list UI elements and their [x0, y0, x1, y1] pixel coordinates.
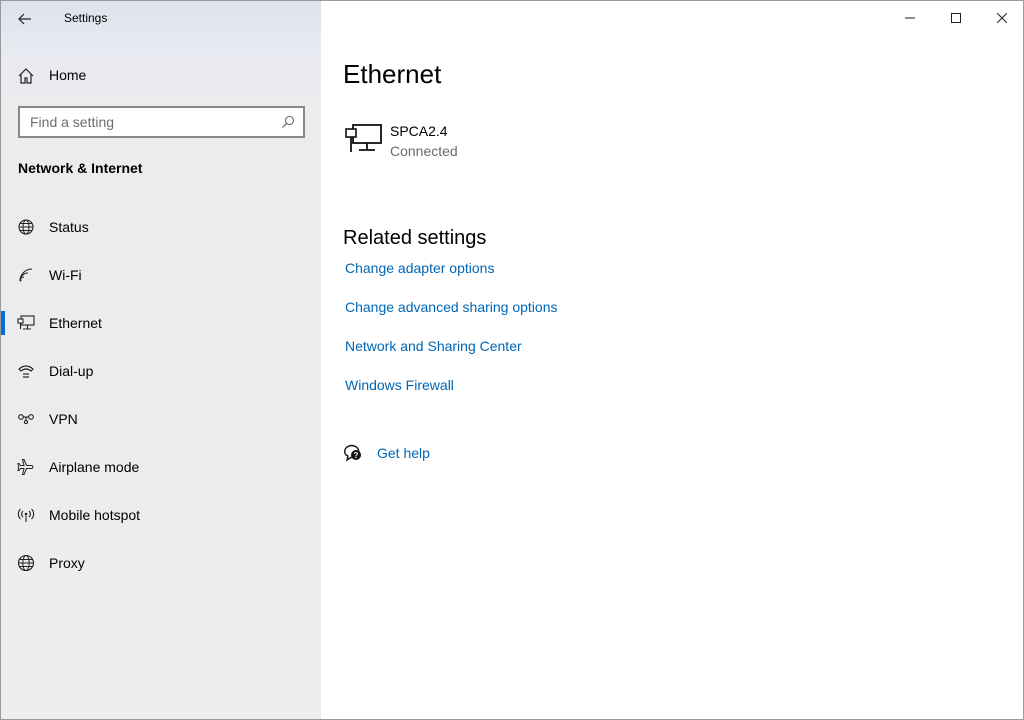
- globe-status-icon: [17, 218, 35, 236]
- titlebar: Settings: [1, 1, 321, 37]
- sidebar-item-wifi[interactable]: Wi-Fi: [1, 251, 321, 299]
- nav-home[interactable]: Home: [1, 59, 321, 93]
- related-links: Change adapter options Change advanced s…: [345, 259, 558, 415]
- windows-firewall-link[interactable]: Windows Firewall: [345, 376, 558, 415]
- sidebar-item-label: Dial-up: [49, 363, 94, 379]
- home-icon: [17, 67, 35, 85]
- related-settings-title: Related settings: [343, 227, 487, 249]
- sidebar-item-proxy[interactable]: Proxy: [1, 539, 321, 587]
- connection-name: SPCA2.4: [390, 123, 448, 139]
- sidebar-item-dialup[interactable]: Dial-up: [1, 347, 321, 395]
- sidebar-item-status[interactable]: Status: [1, 203, 321, 251]
- connection-status: Connected: [390, 143, 458, 159]
- sidebar: Settings Home Network & Internet Status: [1, 1, 321, 719]
- get-help-link[interactable]: Get help: [377, 445, 430, 461]
- sidebar-item-label: Wi-Fi: [49, 267, 82, 283]
- sidebar-item-ethernet[interactable]: Ethernet: [1, 299, 321, 347]
- vpn-icon: [17, 410, 35, 428]
- maximize-button[interactable]: [933, 1, 979, 35]
- change-advanced-sharing-link[interactable]: Change advanced sharing options: [345, 298, 558, 337]
- sidebar-item-label: Airplane mode: [49, 459, 140, 475]
- sidebar-item-label: Status: [49, 219, 89, 235]
- sidebar-item-vpn[interactable]: VPN: [1, 395, 321, 443]
- maximize-icon: [951, 13, 961, 23]
- help-chat-icon: ?: [343, 443, 363, 463]
- nav-list: Status Wi-Fi Ethernet Dial-up VPN Airpla…: [1, 203, 321, 587]
- minimize-icon: [905, 13, 915, 23]
- close-icon: [997, 13, 1007, 23]
- section-title: Network & Internet: [18, 160, 143, 176]
- sidebar-item-label: Mobile hotspot: [49, 507, 141, 523]
- sidebar-item-label: VPN: [49, 411, 78, 427]
- ethernet-icon: [17, 314, 35, 332]
- search-input[interactable]: [20, 108, 270, 136]
- active-indicator: [1, 311, 5, 335]
- nav-home-label: Home: [49, 67, 87, 83]
- app-title: Settings: [64, 11, 108, 25]
- search-icon[interactable]: [281, 115, 295, 129]
- back-arrow-icon: [18, 13, 32, 25]
- window-controls: [887, 1, 1023, 35]
- settings-window: Settings Home Network & Internet Status: [0, 0, 1024, 720]
- hotspot-icon: [17, 506, 35, 524]
- sidebar-item-airplane[interactable]: Airplane mode: [1, 443, 321, 491]
- sidebar-item-label: Ethernet: [49, 315, 102, 331]
- svg-text:?: ?: [354, 451, 359, 460]
- sidebar-item-mobile-hotspot[interactable]: Mobile hotspot: [1, 491, 321, 539]
- change-adapter-options-link[interactable]: Change adapter options: [345, 259, 558, 298]
- connection-item[interactable]: SPCA2.4 Connected: [343, 119, 643, 169]
- sidebar-item-label: Proxy: [49, 555, 85, 571]
- page-title: Ethernet: [343, 59, 442, 89]
- close-button[interactable]: [979, 1, 1023, 35]
- network-sharing-center-link[interactable]: Network and Sharing Center: [345, 337, 558, 376]
- airplane-icon: [17, 458, 35, 476]
- globe-icon: [17, 554, 35, 572]
- minimize-button[interactable]: [887, 1, 933, 35]
- back-button[interactable]: [9, 5, 41, 33]
- ethernet-monitor-icon: [345, 123, 383, 155]
- dialup-icon: [17, 362, 35, 380]
- wifi-icon: [17, 266, 35, 284]
- search-box[interactable]: [18, 106, 305, 138]
- main-content: Ethernet SPCA2.4 Connected Related setti…: [321, 1, 1023, 719]
